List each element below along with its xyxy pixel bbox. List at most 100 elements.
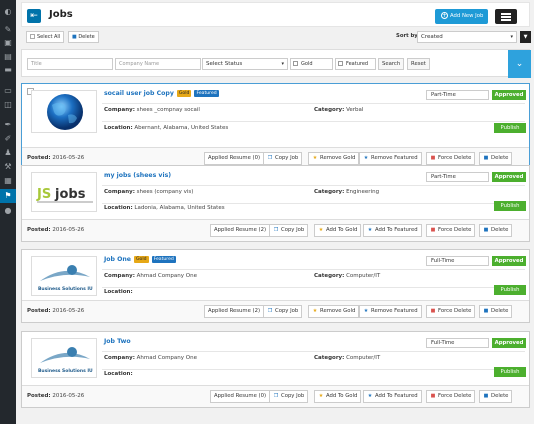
sort-select[interactable]: Created ▾	[417, 31, 517, 43]
job-title[interactable]: Job One Gold Featured	[104, 256, 176, 263]
job-title[interactable]: socail user job Copy Gold Featured	[104, 90, 219, 97]
back-arrow-icon[interactable]: ⇤	[27, 9, 41, 23]
checkbox-icon	[293, 61, 298, 66]
jsjobs-logo-text: jobs	[54, 187, 86, 202]
copy-icon: ❐	[267, 308, 273, 314]
force-delete-button[interactable]: ■ Force Delete	[426, 390, 476, 403]
settings-icon[interactable]: ▦	[3, 176, 13, 186]
trash-icon: ■	[72, 34, 77, 40]
star-icon: ★	[367, 393, 373, 399]
job-title[interactable]: my jobs (shees vis)	[104, 172, 171, 179]
tools-icon[interactable]: ✐	[3, 134, 13, 144]
job-type: Part-Time	[426, 90, 489, 100]
bulk-delete-button[interactable]: ■ Delete	[68, 31, 99, 43]
delete-button[interactable]: ■ Delete	[479, 305, 513, 318]
star-icon: ★	[312, 155, 318, 161]
copy-job-button[interactable]: ❐ Copy Job	[263, 305, 303, 318]
remove-featured-button[interactable]: ★ Remove Featured	[359, 152, 422, 165]
approved-status: Approved	[492, 172, 526, 182]
plugins-icon[interactable]: ✒	[3, 120, 13, 130]
status-select[interactable]: Select Status ▾	[202, 58, 288, 70]
select-all-button[interactable]: Select All	[26, 31, 65, 43]
wrench-icon[interactable]: ⚒	[3, 162, 13, 172]
company-row: Company: shees _compnay socail	[104, 107, 200, 113]
reset-button[interactable]: Reset	[407, 58, 430, 70]
search-button[interactable]: Search	[378, 58, 405, 70]
force-delete-icon: ■	[430, 308, 436, 314]
sort-direction-button[interactable]: ▼	[520, 31, 531, 43]
approved-status: Approved	[492, 338, 526, 348]
company-row: Company: shees (company vis)	[104, 189, 194, 195]
add-to-featured-button[interactable]: ★ Add To Featured	[363, 224, 422, 237]
applied-resume-button[interactable]: Applied Resume (2)	[204, 305, 265, 318]
appearance-icon[interactable]: ▭	[3, 86, 13, 96]
remove-gold-button[interactable]: ★ Remove Gold	[308, 152, 360, 165]
media-icon[interactable]: ▣	[3, 38, 13, 48]
expand-filter-icon[interactable]: ⌄	[508, 50, 531, 78]
bulk-toolbar: Select All ■ Delete Sort by: Created ▾ ▼	[21, 31, 531, 46]
company-row: Company: Ahmad Company One	[104, 273, 197, 279]
applied-resume-button[interactable]: Applied Resume (0)	[204, 152, 265, 165]
collapse-icon[interactable]: ●	[3, 206, 13, 216]
approved-status: Approved	[492, 90, 526, 100]
woocommerce-icon[interactable]: ◫	[3, 100, 13, 110]
company-row: Company: Ahmad Company One	[104, 355, 197, 361]
job-card: socail user job Copy Gold Featured Part-Ti…	[21, 83, 530, 170]
remove-gold-button[interactable]: ★ Remove Gold	[308, 305, 360, 318]
star-icon: ★	[363, 308, 369, 314]
comments-icon[interactable]: ▬	[3, 65, 13, 75]
add-new-job-button[interactable]: + Add New Job	[435, 9, 488, 24]
add-to-gold-button[interactable]: ★ Add To Gold	[314, 390, 362, 403]
star-icon: ★	[363, 155, 369, 161]
location-row: Location:	[104, 289, 133, 295]
dashboard-icon[interactable]: ◐	[3, 7, 13, 17]
job-card: Business Solutions IU Job One Gold Feature…	[21, 249, 530, 323]
publish-button[interactable]: Publish	[494, 201, 526, 211]
copy-icon: ❐	[273, 227, 279, 233]
applied-resume-button[interactable]: Applied Resume (0)	[210, 390, 271, 403]
gold-checkbox[interactable]: Gold	[290, 58, 333, 70]
posts-icon[interactable]: ✎	[3, 25, 13, 35]
force-delete-button[interactable]: ■ Force Delete	[426, 152, 476, 165]
publish-button[interactable]: Publish	[494, 367, 526, 377]
copy-job-button[interactable]: ❐ Copy Job	[263, 152, 303, 165]
chevron-down-icon: ▾	[510, 34, 513, 40]
menu-hamburger-icon[interactable]	[495, 9, 517, 24]
add-to-gold-button[interactable]: ★ Add To Gold	[314, 224, 362, 237]
title-filter-input[interactable]: Title	[27, 58, 113, 70]
publish-button[interactable]: Publish	[494, 123, 526, 133]
copy-job-button[interactable]: ❐ Copy Job	[269, 390, 309, 403]
approved-status: Approved	[492, 256, 526, 266]
trash-icon: ■	[483, 393, 489, 399]
company-filter-input[interactable]: Company Name	[115, 58, 201, 70]
applied-resume-button[interactable]: Applied Resume (2)	[210, 224, 271, 237]
delete-button[interactable]: ■ Delete	[479, 390, 513, 403]
posted-date: Posted: 2016-05-26	[27, 227, 85, 233]
add-to-featured-button[interactable]: ★ Add To Featured	[363, 390, 422, 403]
job-card: Business Solutions IU Job Two Full-Time …	[21, 331, 530, 408]
company-logo-business: Business Solutions IU	[31, 338, 97, 378]
business-logo-text: Business Solutions IU	[38, 368, 93, 374]
delete-button[interactable]: ■ Delete	[479, 152, 513, 165]
copy-icon: ❐	[267, 155, 273, 161]
featured-badge: Featured	[194, 90, 219, 97]
publish-button[interactable]: Publish	[494, 285, 526, 295]
trash-icon: ■	[483, 155, 489, 161]
job-type: Full-Time	[426, 338, 489, 348]
checkbox-icon	[338, 61, 343, 66]
force-delete-button[interactable]: ■ Force Delete	[426, 224, 476, 237]
delete-button[interactable]: ■ Delete	[479, 224, 513, 237]
remove-featured-button[interactable]: ★ Remove Featured	[359, 305, 422, 318]
copy-job-button[interactable]: ❐ Copy Job	[269, 224, 309, 237]
force-delete-button[interactable]: ■ Force Delete	[426, 305, 476, 318]
users-icon[interactable]: ♟	[3, 148, 13, 158]
business-logo-text: Business Solutions IU	[38, 286, 93, 292]
page-title: Jobs	[49, 9, 73, 20]
job-title[interactable]: Job Two	[104, 338, 131, 345]
filter-bar: Title Company Name Select Status ▾ Gold F…	[21, 49, 531, 78]
company-logo-globe	[31, 90, 97, 133]
pages-icon[interactable]: ▤	[3, 52, 13, 62]
jobs-icon[interactable]: ⚑	[3, 191, 13, 201]
category-row: Category: Computer/IT	[314, 273, 381, 279]
featured-checkbox[interactable]: Featured	[335, 58, 376, 70]
